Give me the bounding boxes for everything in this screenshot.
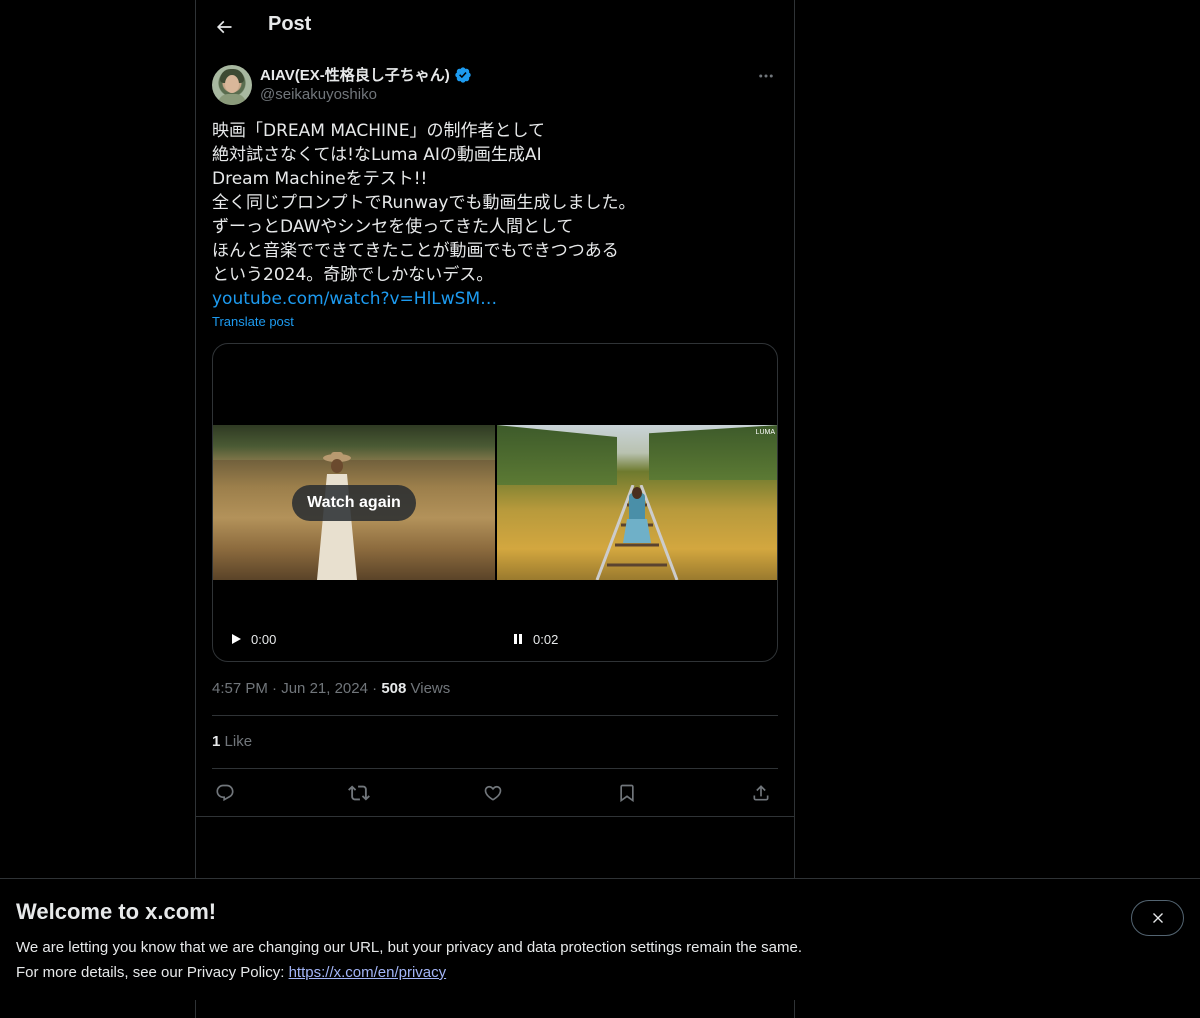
likes-summary[interactable]: 1 Like bbox=[212, 733, 252, 750]
repost-icon bbox=[348, 785, 370, 801]
luma-watermark: LUMA bbox=[755, 429, 775, 436]
author-block: AIAV(EX-性格良し子ちゃん) @seikakuyoshiko bbox=[212, 64, 778, 108]
tweet-link[interactable]: youtube.com/watch?v=HlLwSM… bbox=[212, 287, 778, 311]
post-date[interactable]: Jun 21, 2024 bbox=[281, 680, 368, 697]
tweet-line: Dream Machineをテスト!! bbox=[212, 169, 428, 189]
close-banner-button[interactable] bbox=[1131, 900, 1184, 936]
meta-separator: · bbox=[272, 680, 282, 697]
share-icon bbox=[753, 785, 769, 801]
banner-line-1: We are letting you know that we are chan… bbox=[16, 939, 802, 956]
likes-count: 1 bbox=[212, 733, 221, 750]
post-meta: 4:57 PM · Jun 21, 2024 · 508 Views bbox=[212, 680, 450, 697]
post-time[interactable]: 4:57 PM bbox=[212, 680, 268, 697]
divider bbox=[212, 715, 778, 716]
main-column: Post AIAV(EX-性格良し子ちゃん) @seikakuyoshiko 映… bbox=[195, 0, 795, 1018]
watch-again-button[interactable]: Watch again bbox=[292, 485, 416, 521]
pause-button[interactable] bbox=[509, 630, 527, 648]
translate-post-link[interactable]: Translate post bbox=[212, 314, 294, 329]
share-button[interactable] bbox=[748, 780, 774, 806]
banner-line-2-prefix: For more details, see our Privacy Policy… bbox=[16, 964, 289, 981]
post-header: Post bbox=[196, 0, 794, 54]
tweet-text: 映画「DREAM MACHINE」の制作者として 絶対試さなくては!なLuma … bbox=[212, 119, 778, 311]
tweet-line: ほんと音楽でできてきたことが動画でもできつつある bbox=[212, 241, 619, 261]
video-right-frame: LUMA bbox=[497, 425, 777, 580]
bookmark-icon bbox=[620, 784, 634, 803]
tweet-line: ずーっとDAWやシンセを使ってきた人間として bbox=[212, 217, 574, 237]
play-button[interactable] bbox=[227, 630, 245, 648]
welcome-banner: Welcome to x.com! We are letting you kno… bbox=[0, 878, 1200, 1000]
author-handle[interactable]: @seikakuyoshiko bbox=[260, 86, 377, 103]
right-video-controls: 0:02 bbox=[509, 630, 558, 648]
verified-badge-icon bbox=[455, 66, 471, 83]
tweet-line: 絶対試さなくては!なLuma AIの動画生成AI bbox=[212, 145, 542, 165]
right-video-time: 0:02 bbox=[533, 631, 559, 647]
back-button[interactable] bbox=[212, 15, 236, 39]
divider bbox=[212, 768, 778, 769]
railway-tracks-image bbox=[595, 485, 679, 580]
divider bbox=[196, 816, 794, 817]
more-options-button[interactable] bbox=[754, 64, 778, 88]
meta-separator: · bbox=[372, 680, 382, 697]
likes-label: Like bbox=[224, 733, 253, 750]
author-name[interactable]: AIAV(EX-性格良し子ちゃん) bbox=[260, 64, 472, 85]
bookmark-button[interactable] bbox=[614, 780, 640, 806]
reply-icon bbox=[216, 784, 234, 802]
avatar[interactable] bbox=[212, 65, 252, 105]
left-video-time: 0:00 bbox=[251, 631, 277, 647]
banner-text: We are letting you know that we are chan… bbox=[16, 935, 802, 985]
banner-title: Welcome to x.com! bbox=[16, 899, 217, 924]
tweet-line: という2024。奇跡でしかないデス。 bbox=[212, 265, 494, 285]
tweet-line: 全く同じプロンプトでRunwayでも動画生成しました。 bbox=[212, 193, 636, 213]
page-title: Post bbox=[268, 13, 312, 35]
pause-icon bbox=[514, 634, 522, 644]
views-label: Views bbox=[410, 680, 451, 697]
reply-button[interactable] bbox=[212, 780, 238, 806]
play-icon bbox=[232, 634, 241, 644]
video-media[interactable]: Watch again LUMA 0:00 0:02 bbox=[212, 343, 778, 662]
views-count: 508 bbox=[381, 680, 407, 697]
action-bar bbox=[212, 780, 778, 806]
tweet-line: 映画「DREAM MACHINE」の制作者として bbox=[212, 121, 545, 141]
close-icon bbox=[1152, 913, 1163, 923]
heart-icon bbox=[484, 785, 502, 801]
more-horizontal-icon bbox=[759, 74, 773, 78]
repost-button[interactable] bbox=[346, 780, 372, 806]
author-name-text: AIAV(EX-性格良し子ちゃん) bbox=[260, 67, 450, 84]
like-button[interactable] bbox=[480, 780, 506, 806]
left-video-controls: 0:00 bbox=[227, 630, 276, 648]
arrow-left-icon bbox=[216, 20, 232, 34]
privacy-policy-link[interactable]: https://x.com/en/privacy bbox=[289, 964, 447, 981]
banner-line-2: For more details, see our Privacy Policy… bbox=[16, 960, 802, 985]
